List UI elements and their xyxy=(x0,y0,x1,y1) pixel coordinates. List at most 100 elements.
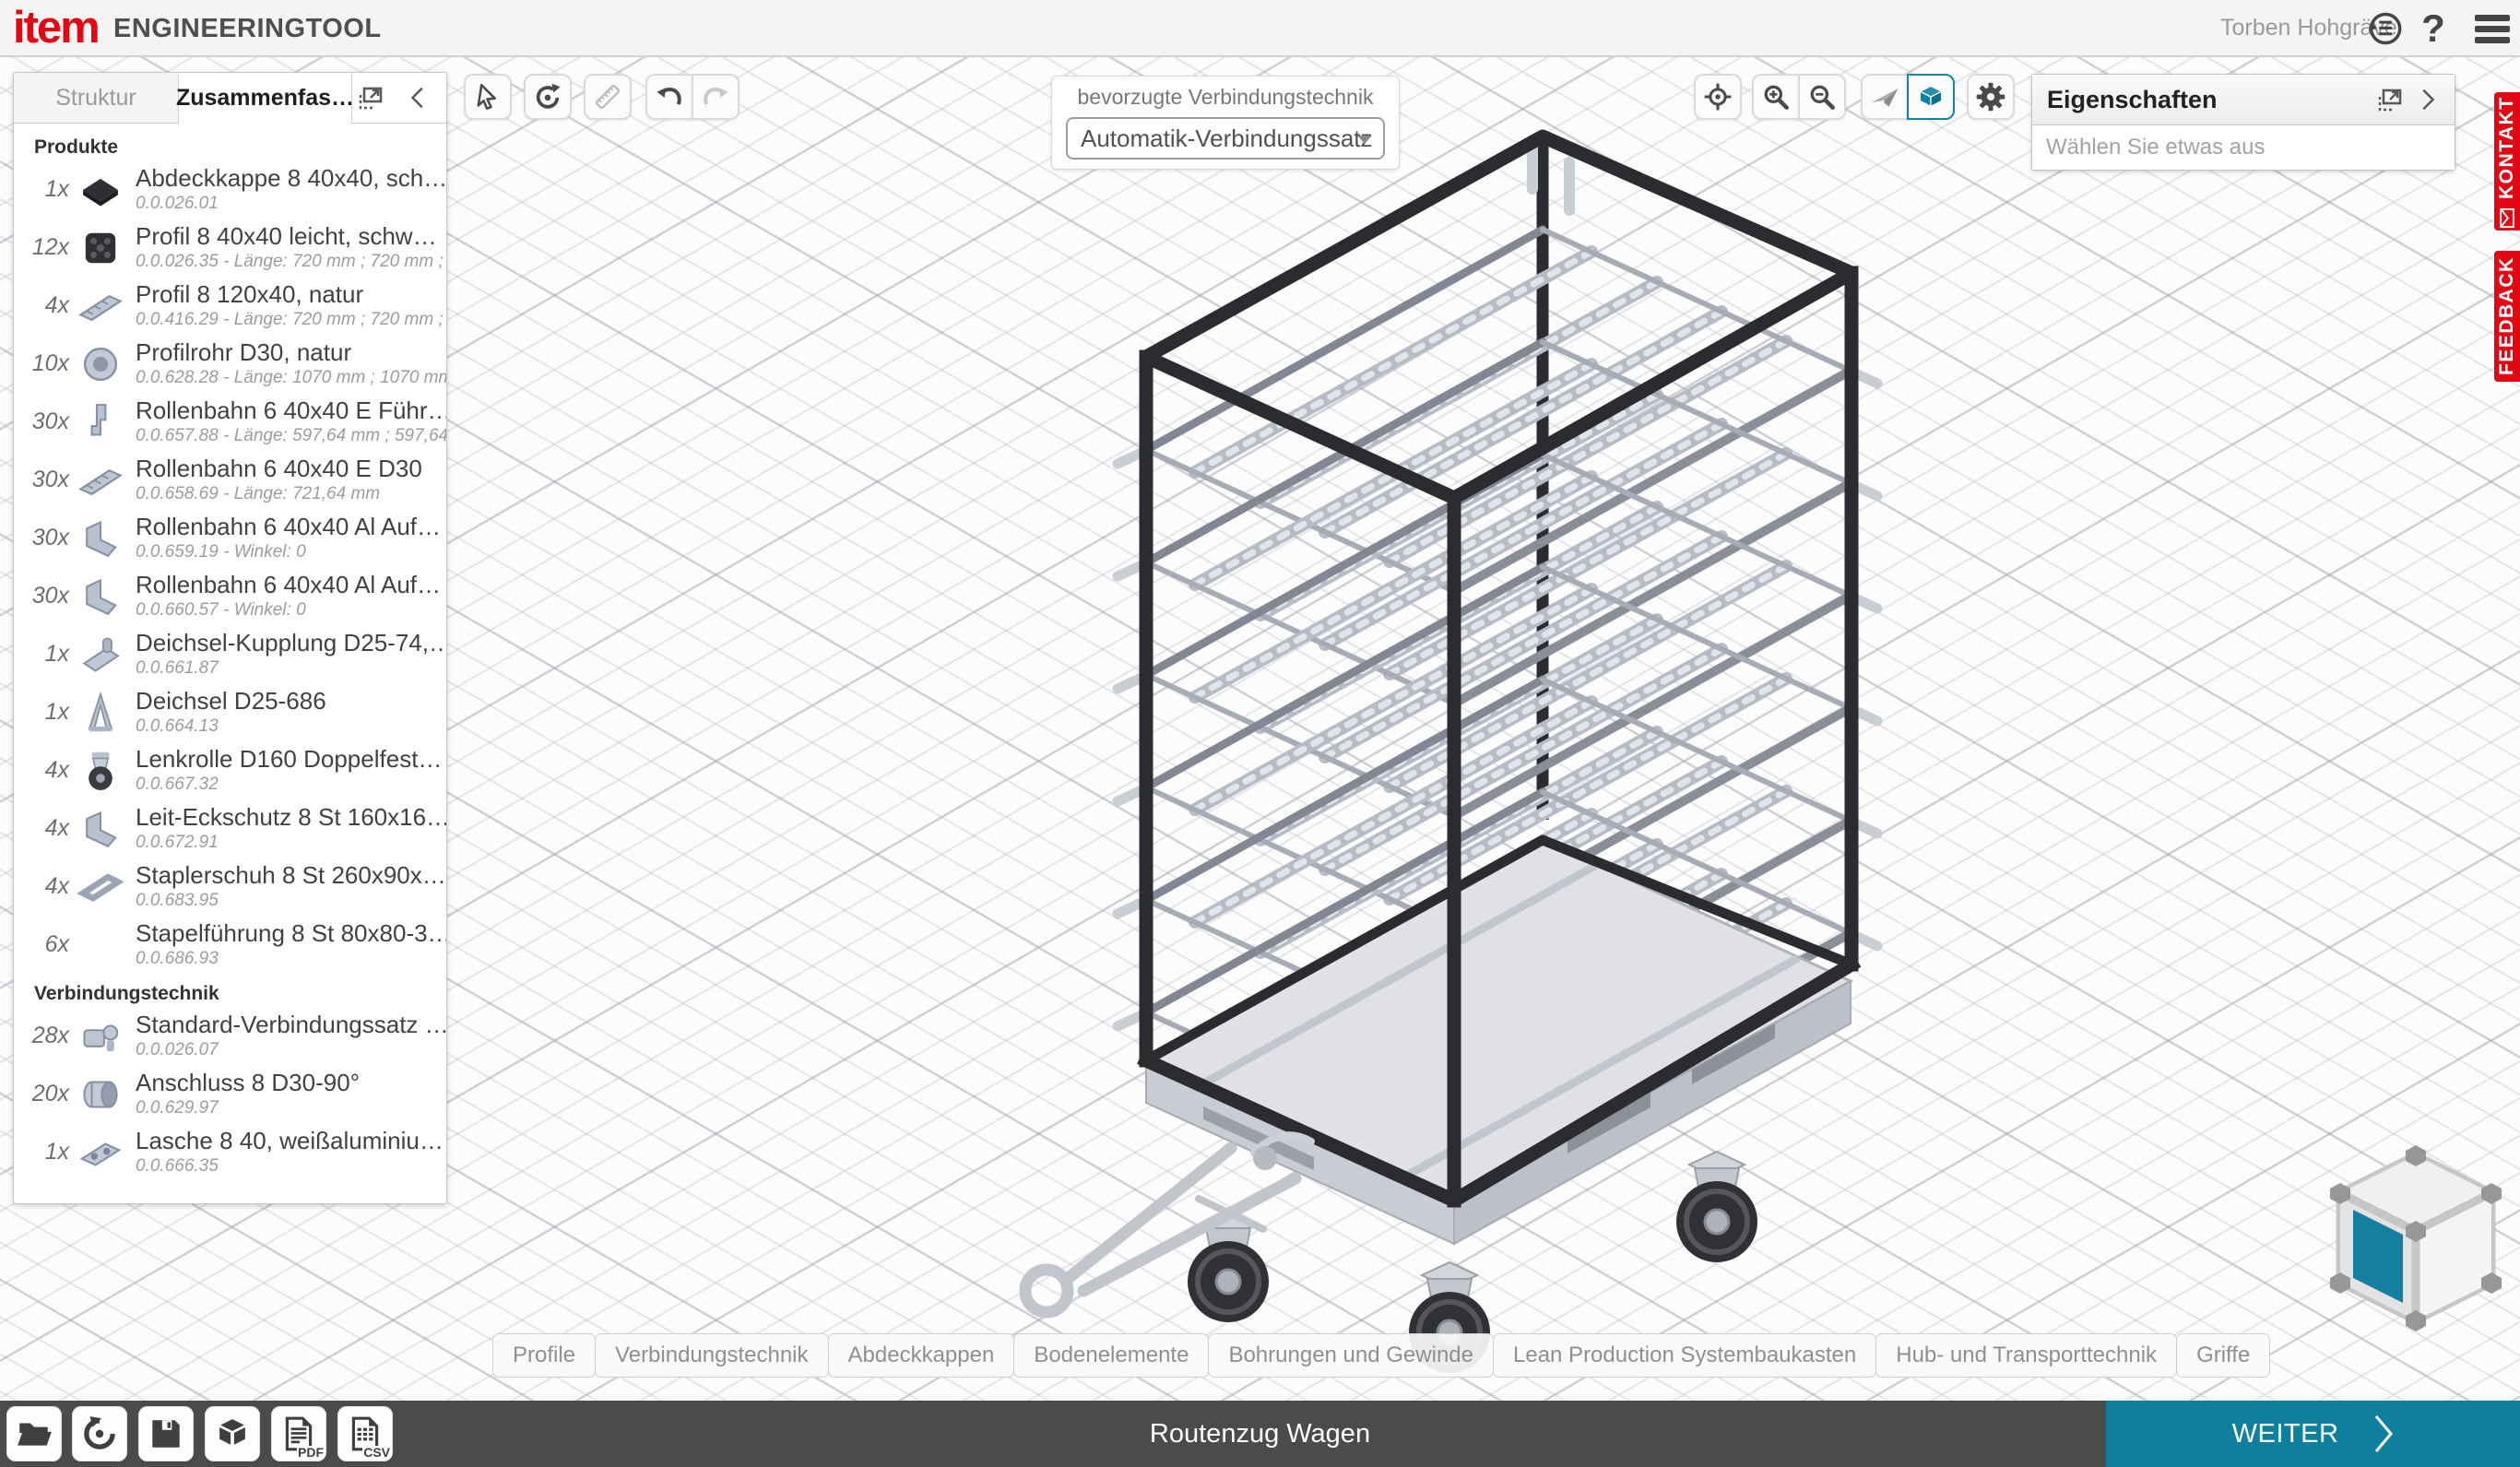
feedback-tab[interactable]: FEEDBACK xyxy=(2494,251,2520,382)
part-thumbnail xyxy=(69,804,132,854)
list-item[interactable]: 1xDeichsel-Kupplung D25-74,…0.0.661.87 xyxy=(14,625,446,683)
measure-tool-button[interactable] xyxy=(584,74,632,120)
help-button[interactable]: ? xyxy=(2412,7,2455,50)
open-project-button[interactable] xyxy=(6,1406,62,1461)
list-item[interactable]: 28xStandard-Verbindungssatz …0.0.026.07 xyxy=(14,1007,446,1065)
item-name: Profil 8 120x40, natur xyxy=(136,281,446,309)
item-name: Deichsel-Kupplung D25-74,… xyxy=(136,630,446,657)
rotate-tool-button[interactable] xyxy=(524,74,572,120)
properties-placeholder: Wählen Sie etwas aus xyxy=(2032,125,2455,170)
list-item[interactable]: 30xRollenbahn 6 40x40 Al Auf…0.0.660.57 … xyxy=(14,567,446,625)
save-button[interactable] xyxy=(138,1406,194,1461)
item-detail: 0.0.660.57 - Winkel: 0 xyxy=(136,600,446,621)
center-view-button[interactable] xyxy=(1694,74,1742,120)
list-item[interactable]: 30xRollenbahn 6 40x40 E Führ…0.0.657.88 … xyxy=(14,393,446,451)
tab-verbindungstechnik[interactable]: Verbindungstechnik xyxy=(595,1333,828,1378)
redo-button[interactable] xyxy=(692,74,739,120)
item-name: Abdeckkappe 8 40x40, sch… xyxy=(136,165,446,193)
list-item[interactable]: 1x Abdeckkappe 8 40x40, sch…0.0.026.01 xyxy=(14,160,446,219)
part-thumbnail xyxy=(69,281,132,331)
item-name: Anschluss 8 D30-90° xyxy=(136,1070,446,1097)
zoom-out-button[interactable] xyxy=(1798,74,1846,120)
export-pdf-button[interactable]: PDF xyxy=(271,1406,326,1461)
tab-bohrungen-und-gewinde[interactable]: Bohrungen und Gewinde xyxy=(1208,1333,1494,1378)
item-qty: 1x xyxy=(14,699,69,726)
render-mode-group xyxy=(1861,74,1955,120)
part-thumbnail xyxy=(69,223,132,273)
item-detail: 0.0.657.88 - Länge: 597,64 mm ; 597,64 m… xyxy=(136,426,446,446)
part-thumbnail xyxy=(69,1128,132,1177)
tab-struktur-label: Struktur xyxy=(55,85,136,112)
item-qty: 1x xyxy=(14,176,69,203)
zoom-out-icon xyxy=(1805,80,1839,113)
category-tab-bar: Profile Verbindungstechnik Abdeckkappen … xyxy=(493,1333,2270,1378)
list-item[interactable]: 6xStapelführung 8 St 80x80-3…0.0.686.93 xyxy=(14,916,446,974)
tab-hub-und-transporttechnik[interactable]: Hub- und Transporttechnik xyxy=(1875,1333,2177,1378)
item-detail: 0.0.659.19 - Winkel: 0 xyxy=(136,542,446,562)
weiter-button[interactable]: WEITER xyxy=(2106,1401,2520,1467)
popout-icon[interactable] xyxy=(352,79,389,116)
part-thumbnail xyxy=(69,688,132,738)
csv-label: CSV xyxy=(362,1446,390,1459)
list-item[interactable]: 1xLasche 8 40, weißaluminiu…0.0.666.35 xyxy=(14,1123,446,1181)
flat-view-icon xyxy=(1868,80,1901,113)
tab-lean-production[interactable]: Lean Production Systembaukasten xyxy=(1493,1333,1876,1378)
tab-bodenelemente[interactable]: Bodenelemente xyxy=(1013,1333,1209,1378)
export-3d-button[interactable] xyxy=(205,1406,260,1461)
collapse-properties-icon[interactable] xyxy=(2408,81,2445,118)
solid-view-button[interactable] xyxy=(1907,74,1955,120)
popout-icon[interactable] xyxy=(2372,81,2408,118)
connection-type-select[interactable]: Automatik-Verbindungssatz xyxy=(1066,117,1385,160)
app-header: item ENGINEERINGTOOL Torben Hohgräve ? xyxy=(0,0,2520,57)
item-detail: 0.0.026.01 xyxy=(136,194,446,214)
list-item[interactable]: 30xRollenbahn 6 40x40 E D300.0.658.69 - … xyxy=(14,451,446,509)
menu-icon[interactable] xyxy=(2471,7,2514,50)
save-icon xyxy=(147,1414,185,1453)
section-verbindungstechnik: Verbindungstechnik xyxy=(34,983,446,1005)
wireframe-view-button[interactable] xyxy=(1861,74,1909,120)
item-name: Staplerschuh 8 St 260x90x… xyxy=(136,862,446,890)
item-detail: 0.0.686.93 xyxy=(136,949,446,969)
list-item[interactable]: 4xLeit-Eckschutz 8 St 160x16…0.0.672.91 xyxy=(14,799,446,858)
part-thumbnail xyxy=(69,397,132,447)
restore-version-button[interactable] xyxy=(72,1406,127,1461)
list-item[interactable]: 4xLenkrolle D160 Doppelfest…0.0.667.32 xyxy=(14,741,446,799)
folder-open-icon xyxy=(15,1414,53,1453)
zoom-in-button[interactable] xyxy=(1752,74,1800,120)
tab-profile[interactable]: Profile xyxy=(492,1333,596,1378)
list-item[interactable]: 12xProfil 8 40x40 leicht, schw…0.0.026.3… xyxy=(14,219,446,277)
export-csv-button[interactable]: CSV xyxy=(337,1406,393,1461)
select-tool-button[interactable] xyxy=(464,74,512,120)
list-item[interactable]: 10xProfilrohr D30, natur0.0.628.28 - Län… xyxy=(14,335,446,393)
part-thumbnail xyxy=(69,514,132,563)
history-icon[interactable] xyxy=(2363,7,2406,50)
item-name: Leit-Eckschutz 8 St 160x16… xyxy=(136,804,446,832)
kontakt-label: KONTAKT xyxy=(2496,97,2518,200)
kontakt-tab[interactable]: KONTAKT xyxy=(2494,92,2520,231)
crosshair-icon xyxy=(1701,80,1734,113)
tab-griffe[interactable]: Griffe xyxy=(2176,1333,2270,1378)
tab-struktur[interactable]: Struktur xyxy=(14,73,179,123)
list-item[interactable]: 1xDeichsel D25-6860.0.664.13 xyxy=(14,683,446,741)
item-logo: item xyxy=(13,2,99,53)
item-name: Lasche 8 40, weißaluminiu… xyxy=(136,1128,446,1155)
list-item[interactable]: 20xAnschluss 8 D30-90°0.0.629.97 xyxy=(14,1065,446,1123)
item-detail: 0.0.658.69 - Länge: 721,64 mm xyxy=(136,484,446,504)
item-detail: 0.0.026.35 - Länge: 720 mm ; 720 mm ; 11… xyxy=(136,252,446,272)
part-thumbnail xyxy=(69,746,132,796)
orientation-cube[interactable] xyxy=(2330,1145,2502,1331)
undo-button[interactable] xyxy=(645,74,693,120)
tab-abdeckkappen[interactable]: Abdeckkappen xyxy=(828,1333,1015,1378)
list-item[interactable]: 4xStaplerschuh 8 St 260x90x…0.0.683.95 xyxy=(14,858,446,916)
item-qty: 28x xyxy=(14,1023,69,1049)
item-detail: 0.0.026.07 xyxy=(136,1040,446,1060)
settings-button[interactable] xyxy=(1967,74,2015,120)
list-item[interactable]: 4xProfil 8 120x40, natur0.0.416.29 - Län… xyxy=(14,277,446,335)
tab-zusammenfassung-label: Zusammenfas… xyxy=(176,85,354,112)
tab-zusammenfassung[interactable]: Zusammenfas… xyxy=(179,73,352,124)
part-thumbnail xyxy=(69,862,132,912)
list-item[interactable]: 30xRollenbahn 6 40x40 Al Auf…0.0.659.19 … xyxy=(14,509,446,567)
collapse-panel-icon[interactable] xyxy=(400,79,437,116)
preferred-connection-card: bevorzugte Verbindungstechnik Automatik-… xyxy=(1051,76,1400,170)
chevron-right-icon xyxy=(2373,1414,2394,1454)
